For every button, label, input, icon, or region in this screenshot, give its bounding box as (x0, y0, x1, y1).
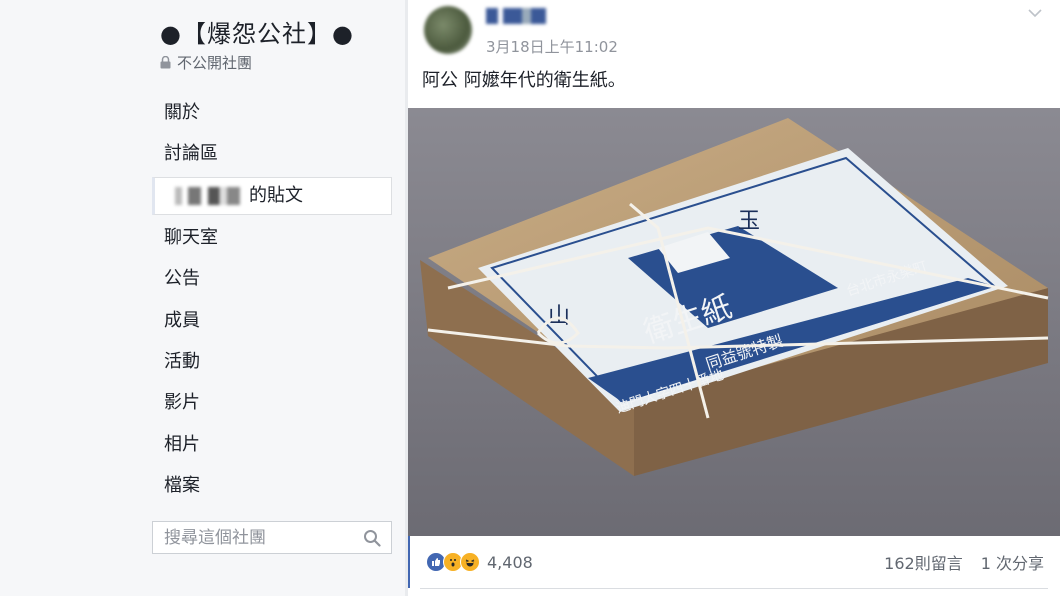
haha-icon (460, 552, 480, 572)
post-stats: 162則留言 1 次分享 (884, 550, 1044, 574)
nav-item-files[interactable]: 檔案 (152, 465, 392, 506)
chevron-down-icon[interactable] (1028, 8, 1042, 18)
post-timestamp[interactable]: 3月18日上午11:02 (486, 36, 618, 57)
nav-label: 的貼文 (249, 184, 303, 206)
lock-icon (160, 56, 171, 69)
search-icon[interactable] (363, 529, 381, 547)
nav-item-discussion[interactable]: 討論區 (152, 133, 392, 174)
post-text: 阿公 阿嬤年代的衛生紙。 (422, 70, 626, 91)
label-top-char: 玉 (738, 209, 760, 234)
post-card: 3月18日上午11:02 阿公 阿嬤年代的衛生紙。 玉 山 衛生紙 同益號特製 … (408, 0, 1060, 596)
group-sidebar: ●【爆怨公社】● 不公開社團 關於 討論區 的貼文 聊天室 公告 成員 活動 影… (0, 0, 405, 596)
nav-item-about[interactable]: 關於 (152, 92, 392, 133)
group-title[interactable]: ●【爆怨公社】● (160, 14, 354, 49)
nav-item-videos[interactable]: 影片 (152, 382, 392, 423)
reactions-bar: 4,408 162則留言 1 次分享 (408, 536, 1060, 588)
nav-label: 檔案 (164, 475, 200, 497)
nav-item-chat[interactable]: 聊天室 (152, 217, 392, 258)
nav-label: 相片 (164, 433, 200, 455)
post-photo[interactable]: 玉 山 衛生紙 同益號特製 台北市永樂町 迪門大字四十番地 (408, 108, 1060, 536)
nav-label: 活動 (164, 350, 200, 372)
nav-item-members[interactable]: 成員 (152, 300, 392, 341)
nav-item-member-posts[interactable]: 的貼文 (152, 176, 392, 215)
nav-item-events[interactable]: 活動 (152, 341, 392, 382)
group-search (152, 521, 392, 554)
nav-label: 討論區 (164, 143, 218, 165)
share-count[interactable]: 1 次分享 (981, 550, 1044, 574)
reaction-icons[interactable] (426, 552, 480, 572)
group-privacy: 不公開社團 (160, 52, 252, 73)
nav-label: 影片 (164, 392, 200, 414)
privacy-label: 不公開社團 (177, 54, 253, 72)
nav-item-photos[interactable]: 相片 (152, 424, 392, 465)
comment-count[interactable]: 162則留言 (884, 550, 963, 574)
divider (420, 588, 1048, 589)
nav-label: 關於 (164, 102, 200, 123)
label-left-char: 山 (548, 304, 570, 329)
blurred-name (175, 186, 247, 205)
nav-item-announcements[interactable]: 公告 (152, 258, 392, 299)
search-input[interactable] (153, 526, 356, 549)
avatar[interactable] (424, 6, 472, 54)
nav-label: 聊天室 (164, 226, 218, 248)
nav-label: 成員 (164, 309, 200, 331)
author-name-blurred[interactable] (486, 8, 546, 24)
reaction-count[interactable]: 4,408 (487, 553, 533, 572)
group-nav: 關於 討論區 的貼文 聊天室 公告 成員 活動 影片 相片 檔案 (152, 92, 392, 507)
nav-label: 公告 (164, 268, 200, 290)
